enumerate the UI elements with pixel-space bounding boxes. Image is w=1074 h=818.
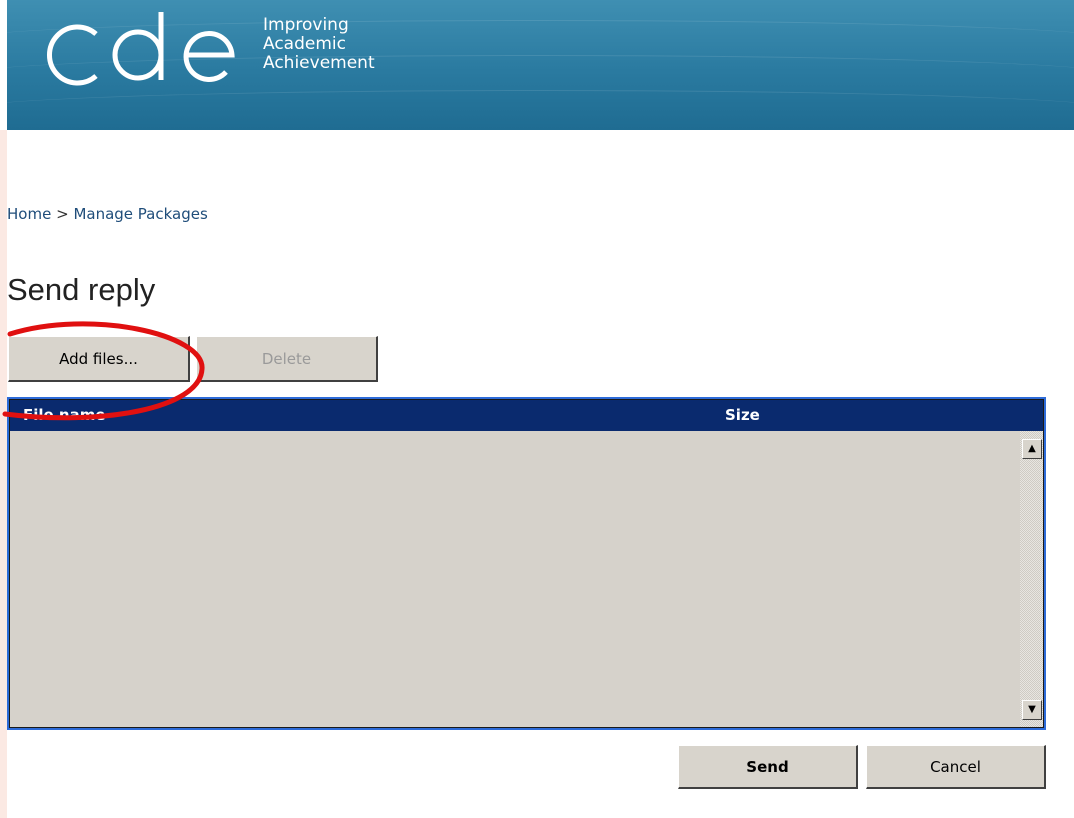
- delete-button[interactable]: Delete: [196, 336, 378, 382]
- breadcrumb-separator: >: [56, 205, 69, 223]
- tagline-line: Academic: [263, 34, 346, 54]
- breadcrumb: Home > Manage Packages: [7, 205, 208, 223]
- left-edge-strip: [0, 130, 7, 818]
- site-banner: Improving Academic Achievement: [7, 0, 1074, 130]
- banner-wave: [7, 90, 1074, 130]
- page-title: Send reply: [7, 272, 156, 307]
- breadcrumb-current-link[interactable]: Manage Packages: [73, 205, 207, 223]
- file-list-table: File name Size ▲ ▼: [7, 397, 1046, 730]
- tagline-line: Improving: [263, 15, 349, 35]
- brand-tagline: Improving Academic Achievement: [263, 16, 375, 73]
- breadcrumb-home-link[interactable]: Home: [7, 205, 51, 223]
- add-files-button[interactable]: Add files...: [8, 336, 190, 382]
- cancel-button[interactable]: Cancel: [866, 745, 1046, 789]
- send-button[interactable]: Send: [678, 745, 858, 789]
- cde-logo[interactable]: [34, 4, 254, 94]
- tagline-line: Achievement: [263, 53, 375, 73]
- table-inner-frame: [9, 399, 1044, 728]
